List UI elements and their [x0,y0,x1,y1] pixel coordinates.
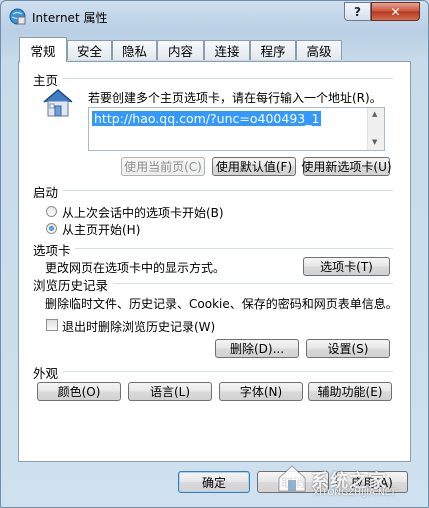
startup-home-label[interactable]: 从主页开始(H) [62,221,140,238]
tab-content[interactable]: 内容 [157,40,204,60]
history-section-label: 浏览历史记录 [33,278,109,293]
tab-connections[interactable]: 连接 [204,40,250,60]
startup-section-label: 启动 [33,185,59,200]
appearance-section-label: 外观 [33,366,59,381]
watermark-subtext: XITONGZHIJIA.NET [313,488,396,498]
watermark-logo-icon [278,465,306,492]
home-url-value: http://hao.qq.com/?unc=o400493_1 [92,111,322,126]
tab-advanced[interactable]: 高级 [296,40,342,60]
home-url-textarea[interactable]: http://hao.qq.com/?unc=o400493_1 ▲ ▼ [88,107,385,151]
tab-privacy[interactable]: 隐私 [112,40,157,60]
divider [63,78,393,80]
window-title: Internet 属性 [32,11,108,25]
tabs-section-label: 选项卡 [33,243,71,258]
colors-button[interactable]: 颜色(O) [37,382,121,401]
tab-general[interactable]: 常规 [19,37,67,62]
general-panel: 主页 若要创建多个主页选项卡，请在每行输入一个地址(R)。 http://hao… [18,61,411,462]
home-instruction: 若要创建多个主页选项卡，请在每行输入一个地址(R)。 [88,91,382,105]
accessibility-button[interactable]: 辅助功能(E) [308,382,392,401]
ok-button[interactable]: 确定 [178,471,250,493]
divider [75,248,393,250]
history-settings-button[interactable]: 设置(S) [306,339,390,358]
home-icon [43,89,73,117]
help-button[interactable]: ? [344,2,371,21]
startup-home-radio[interactable] [46,223,57,234]
delete-on-exit-label[interactable]: 退出时删除浏览历史记录(W) [62,318,215,335]
languages-button[interactable]: 语言(L) [128,382,212,401]
history-description: 删除临时文件、历史记录、Cookie、保存的密码和网页表单信息。 [45,297,398,311]
tabs-description: 更改网页在选项卡中的显示方式。 [45,261,226,275]
internet-options-icon [9,8,26,25]
startup-last-session-radio[interactable] [46,206,57,217]
use-current-button[interactable]: 使用当前页(C) [121,157,205,176]
use-default-button[interactable]: 使用默认值(F) [212,157,296,176]
divider [63,190,393,192]
startup-last-session-label[interactable]: 从上次会话中的选项卡开始(B) [62,204,224,221]
tabs-settings-button[interactable]: 选项卡(T) [303,257,390,276]
fonts-button[interactable]: 字体(N) [219,382,303,401]
tab-security[interactable]: 安全 [67,40,112,60]
watermark: 系统之家 XITONGZHIJIA.NET [269,453,421,503]
divider [63,371,393,373]
use-new-tab-button[interactable]: 使用新选项卡(U) [301,157,392,176]
divider [113,283,393,285]
scroll-up-arrow-icon[interactable]: ▲ [372,110,377,118]
delete-on-exit-checkbox[interactable] [46,319,58,331]
delete-history-button[interactable]: 删除(D)... [215,339,299,358]
textarea-scrollbar[interactable]: ▲ ▼ [367,108,384,150]
title-bar[interactable]: Internet 属性 ? ✕ [1,1,428,31]
tab-programs[interactable]: 程序 [250,40,296,60]
internet-options-window: Internet 属性 ? ✕ 常规 安全 隐私 内容 连接 程序 高级 主页 … [0,0,429,508]
close-button[interactable]: ✕ [371,2,420,21]
scroll-down-arrow-icon[interactable]: ▼ [372,138,377,146]
